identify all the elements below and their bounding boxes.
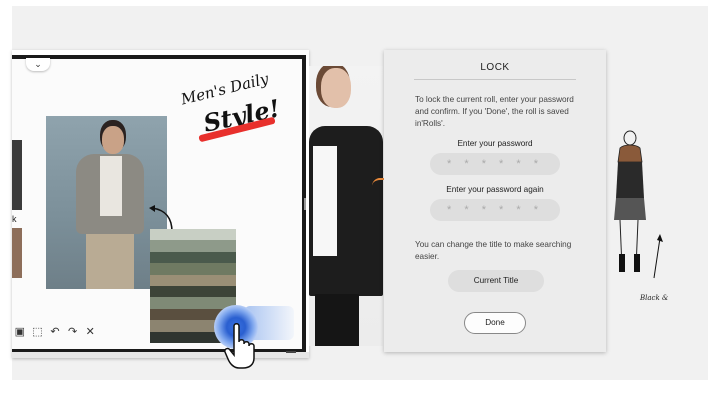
done-button[interactable]: Done <box>464 312 526 334</box>
woman-photo[interactable] <box>309 66 383 346</box>
bottom-indicator <box>286 351 296 353</box>
woman-shirt <box>313 146 337 256</box>
chevron-down-icon[interactable]: ⌄ <box>26 58 50 71</box>
man-photo[interactable] <box>46 116 167 289</box>
select-icon[interactable]: ⬚ <box>32 325 44 338</box>
sketch-caption: Black & <box>640 294 669 302</box>
man-shirt <box>100 156 122 216</box>
drag-handle[interactable] <box>304 198 306 210</box>
orange-stroke <box>372 178 384 194</box>
password-field[interactable]: * * * * * * <box>430 153 560 175</box>
dialog-divider <box>414 79 576 80</box>
password-again-field[interactable]: * * * * * * <box>430 199 560 221</box>
password-label: Enter your password <box>457 139 533 148</box>
title-note: You can change the title to make searchi… <box>415 240 572 261</box>
whiteboard-bottom-edge <box>12 352 309 358</box>
partial-label: k <box>12 214 17 224</box>
fashion-sketch <box>614 130 663 279</box>
man-head <box>102 126 124 154</box>
stage: ⌄ k Men's Daily Style! ▣ ⬚ ↶ ↷ ✕ LOCK To… <box>0 0 715 396</box>
dialog-description: To lock the current roll, enter your pas… <box>415 95 574 128</box>
partial-photo <box>12 140 22 210</box>
dialog-title: LOCK <box>480 62 510 73</box>
undo-icon[interactable]: ↶ <box>49 325 61 338</box>
pointing-hand-icon <box>224 323 255 369</box>
close-icon[interactable]: ✕ <box>84 325 96 338</box>
man-legs <box>86 232 134 289</box>
partial-photo-brown <box>12 228 22 278</box>
redo-icon[interactable]: ↷ <box>67 325 79 338</box>
image-icon[interactable]: ▣ <box>14 325 26 338</box>
lock-dialog: LOCK To lock the current roll, enter you… <box>384 50 606 352</box>
password-again-label: Enter your password again <box>446 185 544 194</box>
woman-head <box>321 68 351 108</box>
current-title-button[interactable]: Current Title <box>448 270 544 292</box>
board-toolbar: ▣ ⬚ ↶ ↷ ✕ <box>14 322 96 340</box>
woman-legs <box>315 294 359 346</box>
